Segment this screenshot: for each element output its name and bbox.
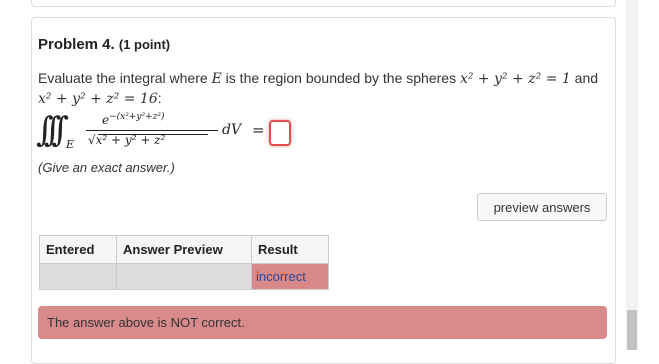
integrand-denominator: √x² + y² + z²	[88, 133, 166, 147]
prompt-text-start: Evaluate the integral where	[38, 70, 212, 86]
sphere-equation-1: x² + y² + z² = 1	[459, 71, 571, 87]
triple-integral-icon: ∫∫∫	[36, 110, 69, 150]
header-answer-preview: Answer Preview	[116, 235, 252, 264]
error-alert: The answer above is NOT correct.	[38, 306, 607, 339]
cell-entered	[39, 263, 117, 290]
scrollbar-thumb[interactable]	[627, 310, 637, 350]
problem-points: (1 point)	[118, 37, 171, 52]
exponential-power: −(x²+y²+z²)	[109, 112, 165, 122]
vertical-scrollbar[interactable]	[626, 0, 638, 350]
volume-differential: dV	[222, 122, 242, 138]
problem-number: Problem 4.	[38, 36, 115, 53]
table-row: incorrect	[39, 263, 329, 290]
cell-result: incorrect	[251, 263, 329, 290]
integrand-numerator: e−(x²+y²+z²)	[102, 112, 164, 127]
problem-prompt: Evaluate the integral where E is the reg…	[38, 69, 613, 109]
region-variable: E	[211, 71, 222, 87]
prompt-text-middle: is the region bounded by the spheres	[221, 70, 460, 86]
answer-input[interactable]	[269, 120, 291, 146]
results-header-row: Entered Answer Preview Result	[39, 235, 329, 264]
prompt-text-and: and	[570, 70, 599, 86]
integral-region: E	[66, 138, 75, 151]
cell-answer-preview	[116, 263, 252, 290]
header-entered: Entered	[39, 235, 117, 264]
equals-sign: =	[252, 121, 265, 139]
results-table: Entered Answer Preview Result incorrect	[39, 235, 329, 290]
previous-problem-card	[31, 0, 616, 7]
preview-answers-button[interactable]: preview answers	[477, 193, 607, 221]
prompt-colon: :	[157, 90, 162, 106]
header-result: Result	[251, 235, 329, 264]
answer-hint: (Give an exact answer.)	[38, 160, 175, 175]
fraction-bar	[86, 130, 218, 131]
problem-title: Problem 4. (1 point)	[38, 36, 170, 53]
sphere-equation-2: x² + y² + z² = 16	[38, 91, 158, 107]
